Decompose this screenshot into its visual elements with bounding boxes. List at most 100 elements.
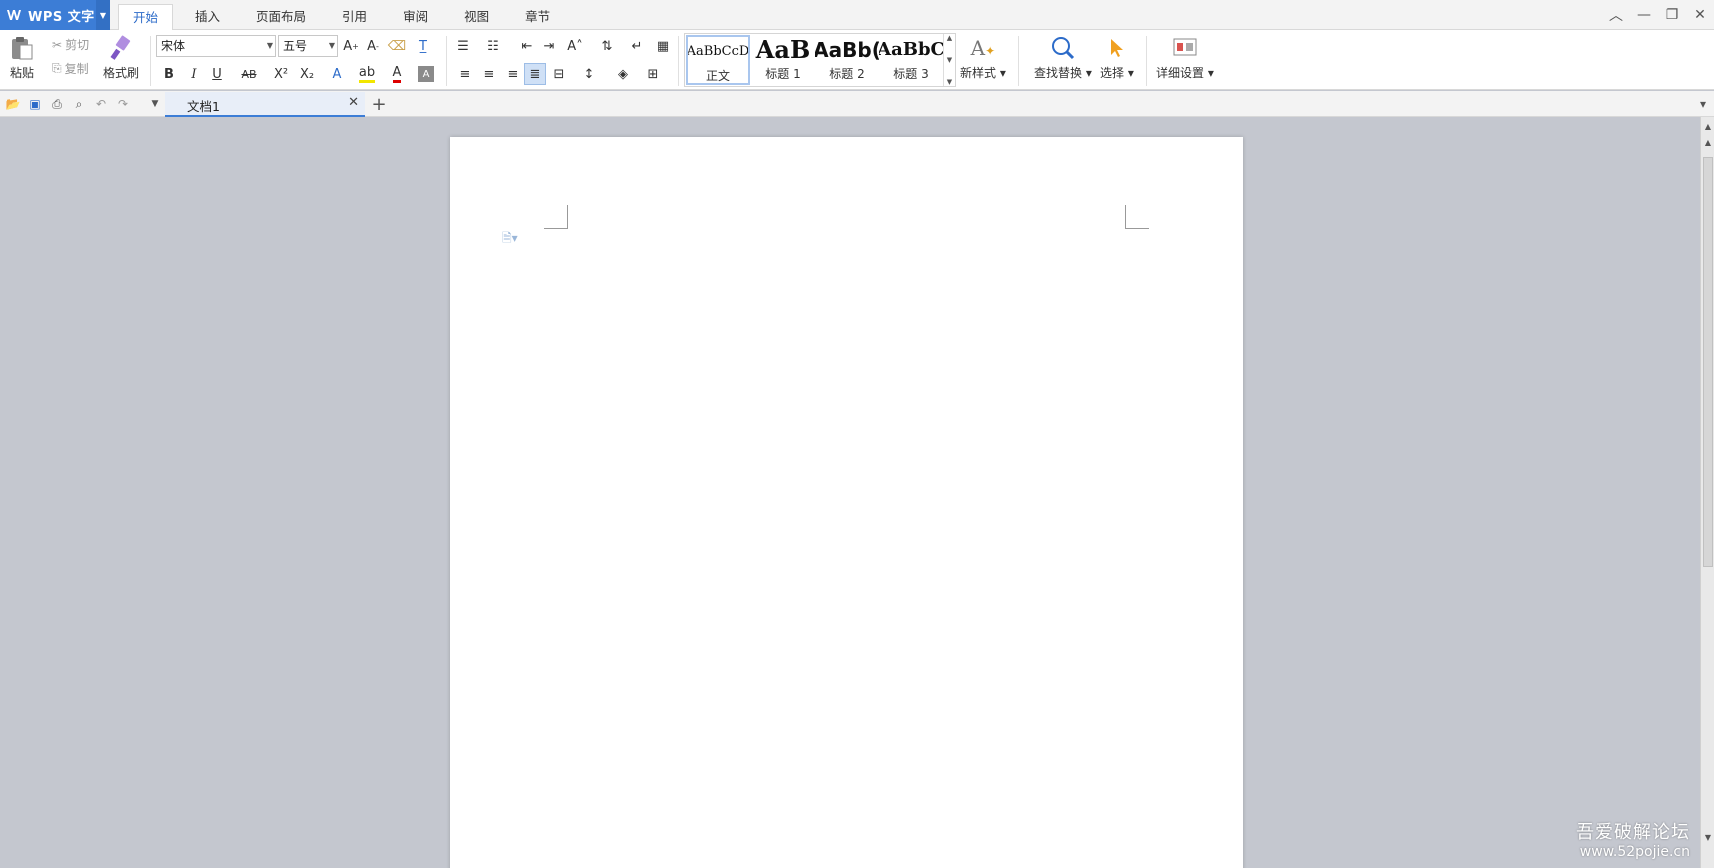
restore-icon[interactable]: ❐ [1658, 0, 1686, 30]
scroll-up-icon[interactable]: ▲ [1701, 135, 1714, 149]
justify-icon[interactable]: ≣ [524, 63, 546, 85]
copy-button[interactable]: ⎘ 复制 [52, 60, 89, 77]
line-spacing-icon[interactable]: ↕ [578, 63, 600, 85]
close-icon[interactable]: ✕ [1686, 0, 1714, 30]
document-page[interactable]: 🗎▾ [450, 137, 1243, 868]
paste-button[interactable]: 粘贴 [8, 34, 36, 81]
phonetic-guide-icon[interactable]: T̲ [412, 35, 434, 57]
tab-review[interactable]: 审阅 [389, 4, 442, 30]
numbered-list-icon[interactable]: ☷ [482, 35, 504, 57]
scrollbar-thumb[interactable] [1703, 157, 1713, 567]
new-tab-icon[interactable]: + [370, 94, 388, 115]
customize-dropdown-icon[interactable]: ▼ [146, 95, 164, 113]
grow-font-icon[interactable]: A + [340, 35, 362, 57]
styles-scroll[interactable]: ▲ ▼ ▼ [943, 34, 955, 86]
copy-label: 复制 [64, 62, 89, 76]
table-icon[interactable]: ▦ [652, 35, 674, 57]
font-size-select[interactable]: 五号 ▼ [278, 35, 338, 57]
tab-page-layout[interactable]: 页面布局 [242, 4, 320, 30]
shrink-font-icon[interactable]: A- [362, 35, 384, 57]
borders-icon[interactable]: ⊞ [642, 63, 664, 85]
style-normal[interactable]: AaBbCcD 正文 [686, 35, 750, 85]
document-tab[interactable]: 文档1 ✕ [165, 92, 365, 117]
find-replace-button[interactable]: 查找替换 ▾ [1034, 34, 1092, 81]
char-shading-icon[interactable]: A [418, 66, 434, 82]
save-icon[interactable]: ▣ [26, 95, 44, 113]
show-marks-icon[interactable]: ↵ [626, 35, 648, 57]
text-effect-icon[interactable]: A [326, 63, 348, 85]
tab-references[interactable]: 引用 [328, 4, 381, 30]
redo-icon[interactable]: ↷ [114, 95, 132, 113]
cut-button[interactable]: ✂ 剪切 [52, 36, 89, 53]
tab-list-icon[interactable]: ▾ [1694, 95, 1712, 113]
cut-label: 剪切 [65, 38, 90, 52]
close-tab-icon[interactable]: ✕ [348, 95, 359, 110]
sort-icon[interactable]: ⇅ [596, 35, 618, 57]
tab-view[interactable]: 视图 [450, 4, 503, 30]
watermark: 吾爱破解论坛 www.52pojie.cn [1576, 818, 1690, 860]
font-name-select[interactable]: 宋体 ▼ [156, 35, 276, 57]
ribbon-tabs: 开始 插入 页面布局 引用 审阅 视图 章节 [118, 4, 572, 31]
underline-icon[interactable]: U [206, 63, 228, 85]
bold-icon[interactable]: B [158, 63, 180, 85]
new-style-icon: A✦ [970, 36, 996, 60]
highlight-icon[interactable]: ab [356, 63, 378, 85]
undo-icon[interactable]: ↶ [92, 95, 110, 113]
app-dropdown-icon[interactable]: ▼ [96, 0, 110, 30]
scissors-icon: ✂ [52, 37, 63, 52]
find-replace-icon [1049, 34, 1077, 62]
detail-settings-button[interactable]: 详细设置 ▾ [1156, 34, 1214, 81]
app-menu-button[interactable]: WPS 文字 ▼ [0, 0, 110, 30]
change-case-icon[interactable]: A˄ [564, 35, 586, 57]
subscript-icon[interactable]: X₂ [296, 63, 318, 85]
tab-section[interactable]: 章节 [511, 4, 564, 30]
font-name-value: 宋体 [161, 39, 186, 53]
style-name: 标题 3 [893, 67, 929, 81]
cursor-arrow-icon [1103, 34, 1131, 62]
margin-corner-top-left [544, 205, 568, 229]
document-workspace: 🗎▾ 吾爱破解论坛 www.52pojie.cn [0, 117, 1700, 868]
tab-home[interactable]: 开始 [118, 4, 174, 31]
style-name: 标题 2 [829, 67, 865, 81]
bullet-list-icon[interactable]: ☰ [452, 35, 474, 57]
decrease-indent-icon[interactable]: ⇤ [516, 35, 538, 57]
italic-icon[interactable]: I [183, 63, 205, 85]
font-color-icon[interactable]: A [386, 63, 408, 85]
style-preview: AaBbCcD [686, 44, 750, 59]
vertical-scrollbar[interactable]: ▲ ▲ ▼ [1700, 117, 1714, 868]
style-heading-3[interactable]: AaBbC 标题 3 [879, 35, 943, 85]
new-style-button[interactable]: A✦ 新样式 ▾ [960, 34, 1006, 81]
paste-options-icon[interactable]: 🗎▾ [502, 229, 518, 250]
tab-insert[interactable]: 插入 [181, 4, 234, 30]
minimize-icon[interactable]: — [1630, 0, 1658, 30]
scroll-down-icon[interactable]: ▼ [1701, 830, 1714, 844]
style-preview: AaBb( [815, 38, 879, 62]
title-bar: WPS 文字 ▼ 开始 插入 页面布局 引用 审阅 视图 章节 ︿ — ❐ ✕ [0, 0, 1714, 31]
style-name: 正文 [705, 69, 730, 83]
superscript-icon[interactable]: X² [270, 63, 292, 85]
paste-icon [8, 34, 36, 62]
open-folder-icon[interactable]: 📂 [4, 95, 22, 113]
format-painter-button[interactable]: 格式刷 [103, 34, 139, 81]
select-button[interactable]: 选择 ▾ [1100, 34, 1134, 81]
align-right-icon[interactable]: ≡ [502, 63, 524, 85]
align-left-icon[interactable]: ≡ [454, 63, 476, 85]
quick-access-bar: 📂 ▣ ⎙ ⌕ ↶ ↷ ▼ 文档1 ✕ + ▾ [0, 91, 1714, 117]
align-center-icon[interactable]: ≡ [478, 63, 500, 85]
style-heading-2[interactable]: AaBb( 标题 2 [815, 35, 879, 85]
clear-format-icon[interactable]: ⌫ [386, 35, 408, 57]
shading-icon[interactable]: ◈ [612, 63, 634, 85]
print-preview-icon[interactable]: ⌕ [70, 95, 88, 113]
distributed-align-icon[interactable]: ⊟ [548, 63, 570, 85]
window-controls: ︿ — ❐ ✕ [1602, 0, 1714, 30]
chevron-down-icon: ▼ [266, 41, 273, 50]
collapse-ribbon-icon[interactable]: ︿ [1602, 0, 1630, 30]
strikethrough-icon[interactable]: AB [238, 63, 260, 85]
settings-panel-icon [1171, 34, 1199, 62]
style-preview: AaB [755, 35, 811, 64]
scroll-top-icon[interactable]: ▲ [1701, 119, 1714, 133]
increase-indent-icon[interactable]: ⇥ [538, 35, 560, 57]
style-preview: AaBbC [879, 39, 943, 60]
style-heading-1[interactable]: AaB 标题 1 [751, 35, 815, 85]
print-icon[interactable]: ⎙ [48, 95, 66, 113]
